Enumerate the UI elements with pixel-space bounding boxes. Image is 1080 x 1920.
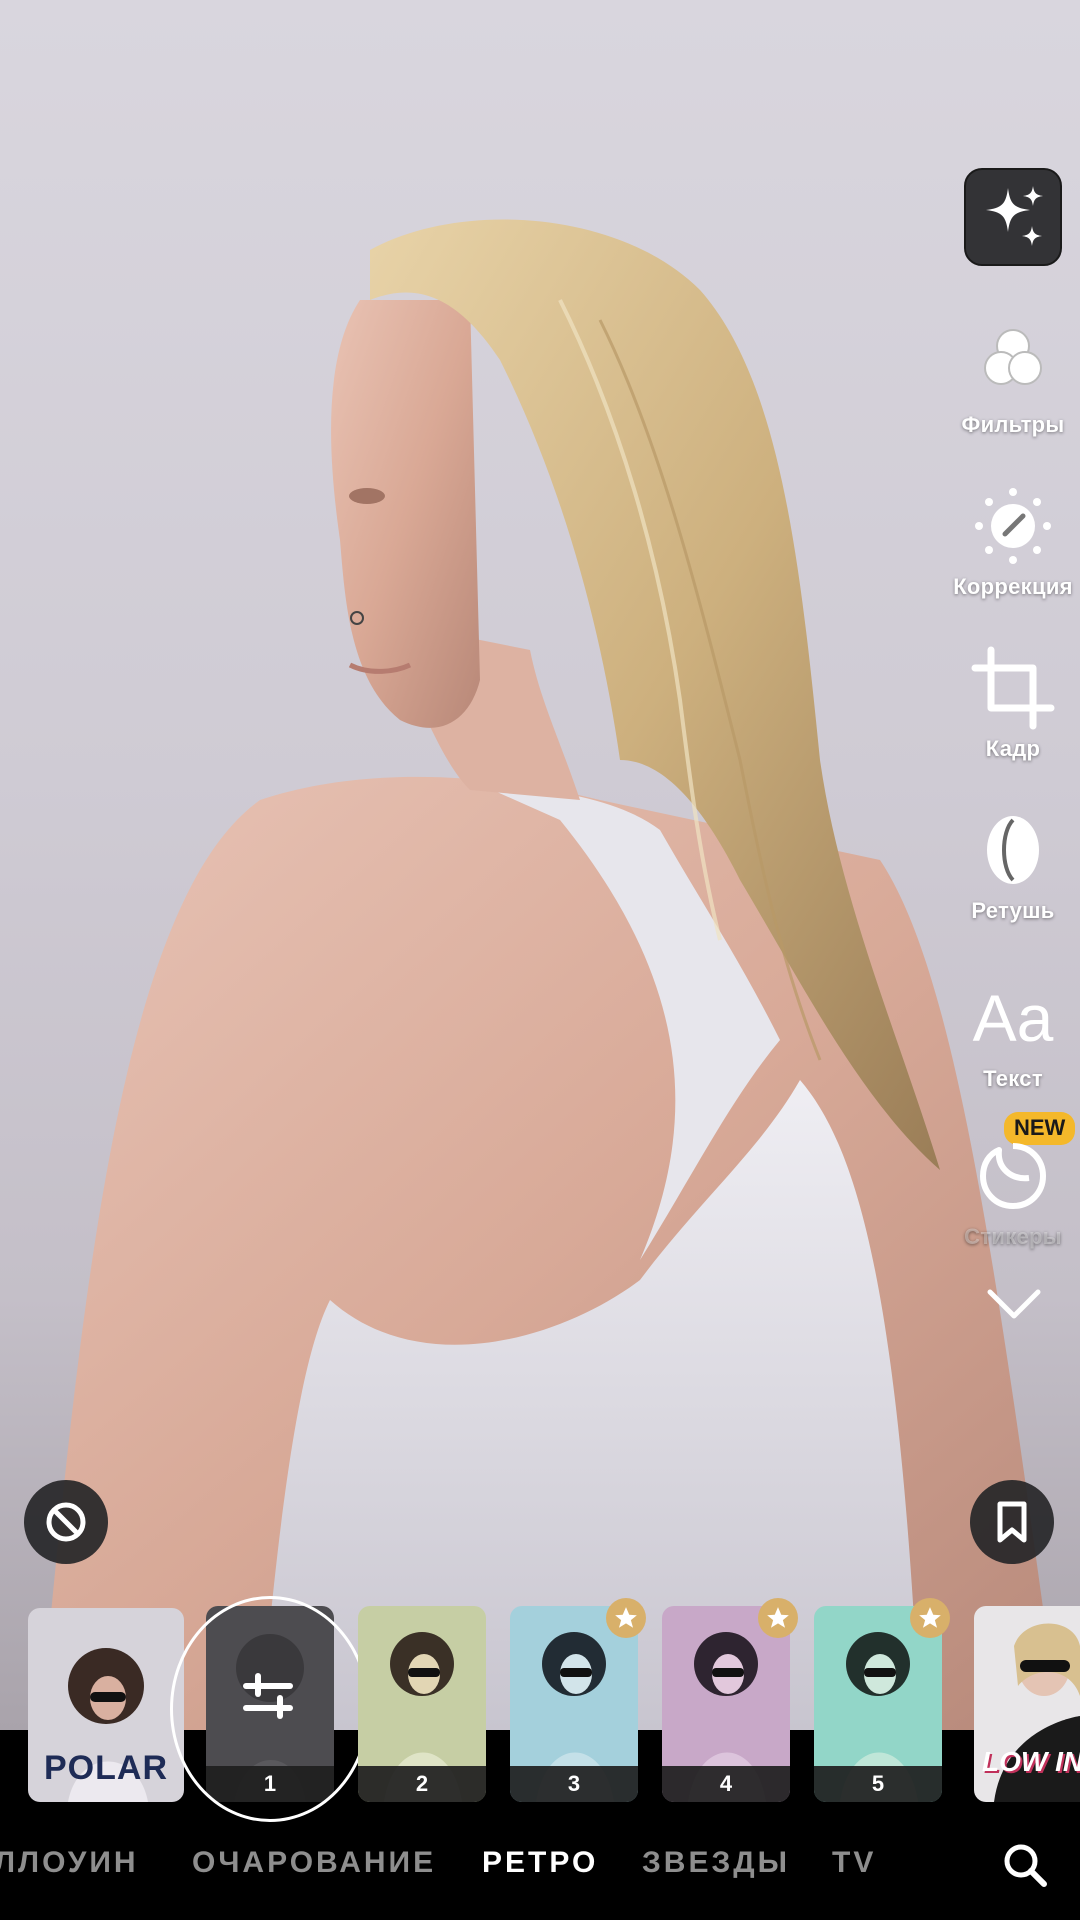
sticker-icon xyxy=(980,1143,1046,1209)
filters-icon xyxy=(984,329,1042,385)
premium-badge xyxy=(758,1598,798,1638)
star-icon xyxy=(919,1607,941,1628)
star-icon xyxy=(615,1607,637,1628)
filter-thumb-polar[interactable]: POLAR xyxy=(28,1608,184,1802)
tool-filters[interactable]: Фильтры xyxy=(948,322,1078,438)
tab-tv[interactable]: TV xyxy=(832,1846,876,1880)
filter-thumb-low-in[interactable]: LOW IN xyxy=(974,1606,1080,1802)
selected-filter-ring xyxy=(170,1596,370,1822)
chevron-down-icon[interactable] xyxy=(984,1280,1044,1330)
filter-thumb-2[interactable]: 2 xyxy=(358,1606,486,1802)
save-filter-button[interactable] xyxy=(970,1480,1054,1564)
tool-crop[interactable]: Кадр xyxy=(948,646,1078,762)
tool-label: Текст xyxy=(983,1066,1043,1091)
filter-label: POLAR xyxy=(44,1749,168,1787)
magic-enhance-button[interactable] xyxy=(964,168,1062,266)
bookmark-icon xyxy=(997,1501,1027,1543)
tool-retouch[interactable]: Ретушь xyxy=(948,808,1078,924)
retouch-icon xyxy=(987,816,1039,884)
star-icon xyxy=(767,1607,789,1628)
correction-icon xyxy=(975,488,1051,564)
tool-stickers[interactable]: Стикеры xyxy=(948,1134,1078,1250)
filter-label: 2 xyxy=(358,1766,486,1802)
tool-label: Стикеры xyxy=(964,1224,1062,1249)
tab-stars[interactable]: ЗВЕЗДЫ xyxy=(642,1846,790,1880)
tool-label: Кадр xyxy=(985,736,1041,761)
premium-badge xyxy=(606,1598,646,1638)
search-icon[interactable] xyxy=(1000,1840,1050,1890)
tab-halloween[interactable]: ЛЛОУИН xyxy=(0,1846,139,1880)
sparkles-icon xyxy=(986,186,1043,246)
tool-label: Ретушь xyxy=(971,898,1055,923)
filter-label: 3 xyxy=(510,1766,638,1802)
photo-illustration xyxy=(40,219,1060,1730)
tool-correction[interactable]: Коррекция xyxy=(948,484,1078,600)
text-icon: Aa xyxy=(972,981,1054,1055)
photo-canvas[interactable] xyxy=(0,0,1080,1730)
tab-charm[interactable]: ОЧАРОВАНИЕ xyxy=(192,1846,436,1880)
filter-label: 5 xyxy=(814,1766,942,1802)
tool-label: Коррекция xyxy=(953,574,1073,599)
filter-label: LOW IN xyxy=(982,1746,1080,1777)
filter-categories: ЛЛОУИН ОЧАРОВАНИЕ РЕТРО ЗВЕЗДЫ TV xyxy=(0,1836,1080,1896)
tool-label: Фильтры xyxy=(961,412,1065,437)
premium-badge xyxy=(910,1598,950,1638)
crop-icon xyxy=(971,646,1055,730)
filter-label: 4 xyxy=(662,1766,790,1802)
tool-text[interactable]: Aa Текст xyxy=(948,976,1078,1092)
reset-filter-button[interactable] xyxy=(24,1480,108,1564)
no-filter-icon xyxy=(46,1502,86,1542)
tab-retro[interactable]: РЕТРО xyxy=(482,1846,598,1880)
